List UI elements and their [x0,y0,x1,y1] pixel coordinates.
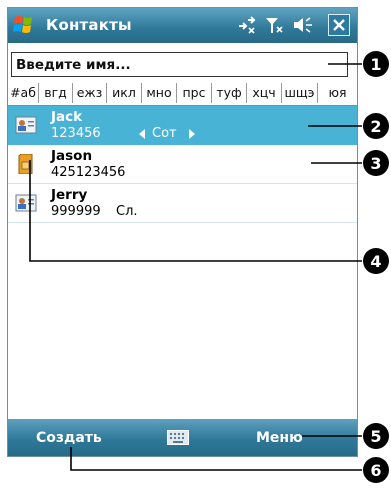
callout-number: 1 [370,55,381,74]
callout-number: 2 [370,117,381,136]
callout-number: 5 [370,427,381,446]
callout-number: 3 [370,154,381,173]
callout-number: 4 [370,252,381,271]
callout-layer: 1 2 3 4 5 6 [29,51,389,483]
callout-number: 6 [370,461,381,480]
callout-line-4 [29,160,362,262]
callout-line-6 [70,447,362,471]
